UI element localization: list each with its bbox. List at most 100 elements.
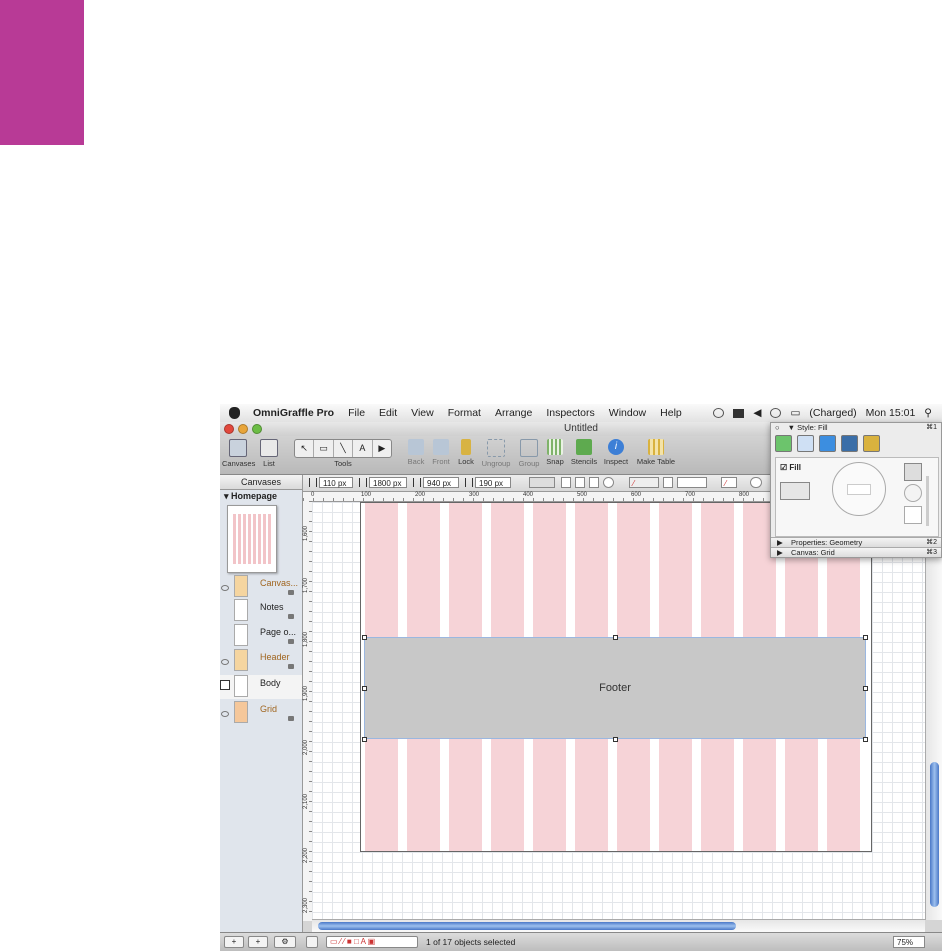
canvas-section[interactable]: ▶ Canvas: Grid ⌘3 (771, 547, 941, 557)
drawing-canvas[interactable]: Footer (312, 502, 925, 919)
lock-icon[interactable] (288, 590, 294, 595)
canvases-button[interactable]: Canvases (222, 439, 255, 468)
horizontal-scrollbar[interactable] (312, 919, 925, 932)
inspect-button[interactable]: i Inspect (603, 439, 629, 466)
shadow-tab-icon[interactable] (819, 435, 836, 452)
display-icon[interactable] (733, 408, 745, 418)
stroke-style-icon[interactable] (663, 477, 673, 488)
ungroup-button[interactable]: Ungroup (479, 439, 513, 468)
magnet-icon[interactable] (750, 477, 762, 488)
resize-handle[interactable] (863, 686, 868, 691)
vertical-scroll-thumb[interactable] (930, 762, 939, 907)
resize-handle[interactable] (362, 635, 367, 640)
height-field[interactable]: 190 px (475, 477, 511, 488)
menu-clock[interactable]: Mon 15:01 (866, 407, 916, 419)
menu-help[interactable]: Help (653, 407, 689, 419)
alert-icon[interactable] (770, 408, 782, 418)
menu-arrange[interactable]: Arrange (488, 407, 539, 419)
battery-icon[interactable]: ▭ (790, 407, 800, 419)
align-center-icon[interactable] (575, 477, 585, 488)
image-tab-icon[interactable] (841, 435, 858, 452)
footer-shape[interactable]: Footer (364, 637, 866, 739)
menu-inspectors[interactable]: Inspectors (539, 407, 601, 419)
fill-style-swatch[interactable] (904, 463, 922, 481)
more-tools-icon[interactable]: ▶ (373, 440, 391, 457)
fill-checkbox[interactable]: ☑ Fill (780, 463, 801, 472)
gear-icon[interactable]: ⚙ (274, 936, 296, 948)
menu-window[interactable]: Window (602, 407, 653, 419)
volume-icon[interactable]: ◀ (753, 407, 761, 419)
width-field[interactable]: 940 px (423, 477, 459, 488)
zoom-popup[interactable]: 75% (893, 936, 925, 948)
inspector-close-icon[interactable]: ○ (775, 423, 780, 432)
layer-grid[interactable]: Grid (220, 701, 302, 725)
fill-color-popup[interactable] (529, 477, 555, 488)
horizontal-scroll-thumb[interactable] (318, 922, 736, 930)
align-left-icon[interactable] (561, 477, 571, 488)
menu-app-name[interactable]: OmniGraffle Pro (246, 407, 341, 419)
resize-handle[interactable] (613, 737, 618, 742)
stroke-width-field[interactable] (677, 477, 707, 488)
y-position-field[interactable]: 1800 px (369, 477, 407, 488)
layer-header[interactable]: Header (220, 649, 302, 673)
menu-edit[interactable]: Edit (372, 407, 404, 419)
add-layer-button[interactable]: + (248, 936, 268, 948)
align-right-icon[interactable] (589, 477, 599, 488)
x-position-field[interactable]: 110 px (319, 477, 353, 488)
group-button[interactable]: Group (517, 439, 541, 468)
menu-file[interactable]: File (341, 407, 372, 419)
front-button[interactable]: Front (430, 439, 452, 466)
stroke-popup[interactable]: ⁄ (629, 477, 659, 488)
fill-color-well[interactable] (780, 482, 810, 500)
lock-icon[interactable] (288, 639, 294, 644)
layer-notes[interactable]: Notes (220, 599, 302, 623)
spotlight-icon[interactable]: ⚲ (924, 407, 932, 419)
style-tray-toggle[interactable] (306, 936, 318, 948)
resize-handle[interactable] (863, 737, 868, 742)
lock-icon[interactable] (288, 664, 294, 669)
list-button[interactable]: List (258, 439, 280, 468)
layers-icon[interactable] (221, 711, 229, 717)
text-tab-icon[interactable] (863, 435, 880, 452)
layers-icon[interactable] (221, 585, 229, 591)
canvas-disclosure[interactable]: ▾ Homepage (224, 491, 277, 502)
selection-tool-icon[interactable]: ↖ (295, 440, 315, 457)
text-tool-icon[interactable]: A (353, 440, 373, 457)
lock-button[interactable]: Lock (456, 439, 476, 466)
lock-icon[interactable] (288, 614, 294, 619)
back-button[interactable]: Back (406, 439, 426, 466)
pencil-icon[interactable] (220, 680, 230, 690)
snap-button[interactable]: Snap (544, 439, 566, 466)
shape-tool-icon[interactable]: ▭ (314, 440, 334, 457)
resize-handle[interactable] (613, 635, 618, 640)
line-tool-icon[interactable]: ╲ (334, 440, 354, 457)
resize-handle[interactable] (362, 737, 367, 742)
gradient-angle-wheel[interactable] (832, 462, 886, 516)
apple-icon[interactable] (229, 407, 240, 419)
layers-icon[interactable] (221, 659, 229, 665)
resize-handle[interactable] (863, 635, 868, 640)
layer-body[interactable]: Body (220, 675, 302, 699)
secondary-swatch[interactable] (904, 506, 922, 524)
style-tray[interactable]: ▭ ⁄ ⁄ ■ □ A ▣ (326, 936, 418, 948)
sync-icon[interactable] (713, 408, 725, 418)
menu-view[interactable]: View (404, 407, 441, 419)
magenta-block (0, 0, 84, 145)
add-canvas-button[interactable]: + (224, 936, 244, 948)
stencils-button[interactable]: Stencils (569, 439, 599, 466)
canvas-thumbnail[interactable] (227, 505, 277, 573)
no-shadow-icon[interactable]: ⁄ (721, 477, 737, 488)
disclosure-icon[interactable]: ▼ (788, 423, 795, 432)
stroke-tab-icon[interactable] (797, 435, 814, 452)
layer-canvas[interactable]: Canvas... (220, 575, 302, 599)
rotate-icon[interactable] (603, 477, 614, 488)
menu-format[interactable]: Format (441, 407, 488, 419)
fill-tab-icon[interactable] (775, 435, 792, 452)
blend-icon[interactable] (904, 484, 922, 502)
properties-section[interactable]: ▶ Properties: Geometry ⌘2 (771, 537, 941, 547)
lock-icon[interactable] (288, 716, 294, 721)
blend-slider[interactable] (926, 476, 929, 526)
make-table-button[interactable]: Make Table (634, 439, 678, 466)
resize-handle[interactable] (362, 686, 367, 691)
layer-page[interactable]: Page o... (220, 624, 302, 648)
